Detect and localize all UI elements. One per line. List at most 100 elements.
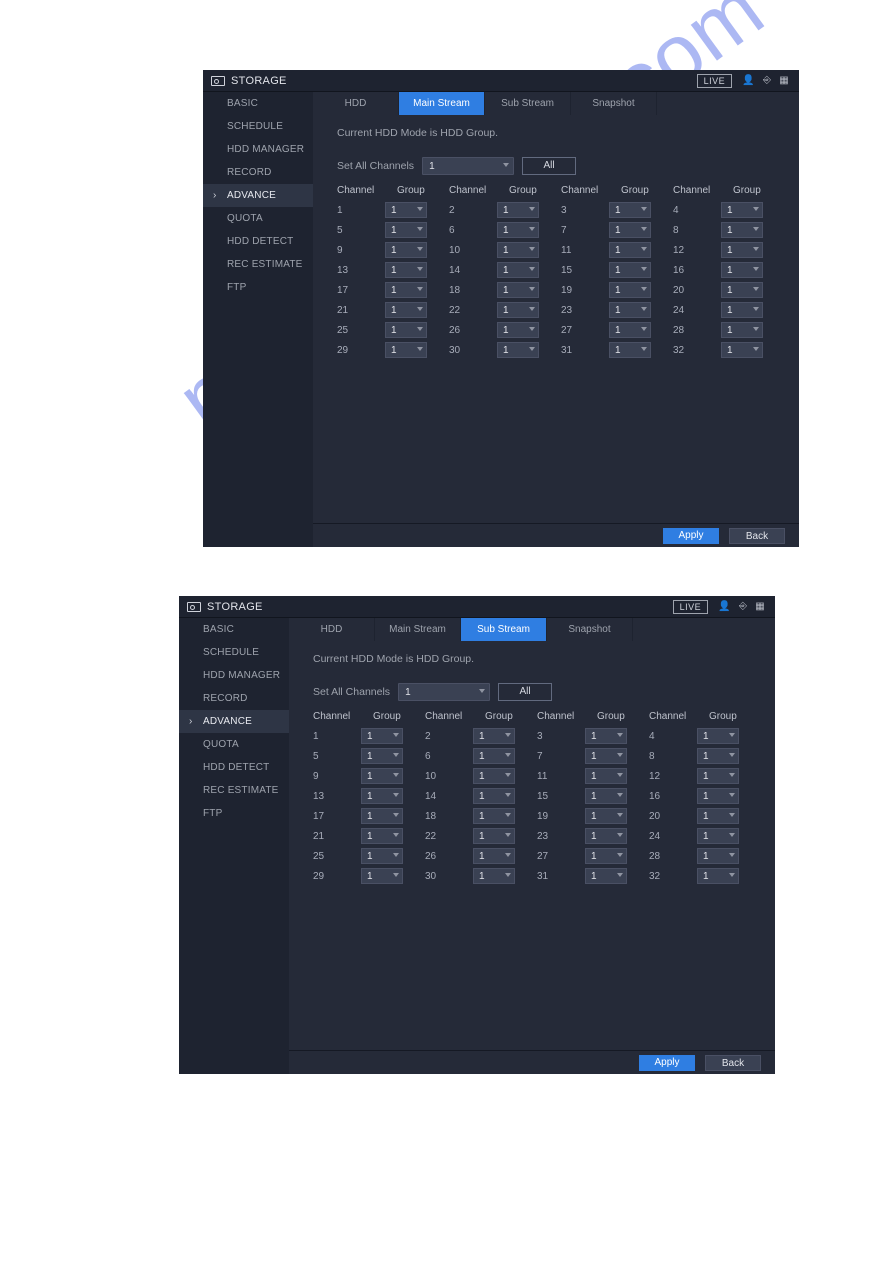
group-select[interactable]: 1: [385, 242, 427, 258]
group-select[interactable]: 1: [385, 322, 427, 338]
group-select[interactable]: 1: [697, 728, 739, 744]
group-select[interactable]: 1: [721, 202, 763, 218]
tab-sub-stream[interactable]: Sub Stream: [485, 92, 571, 115]
group-select[interactable]: 1: [609, 342, 651, 358]
group-select[interactable]: 1: [609, 282, 651, 298]
sidebar-item-basic[interactable]: BASIC: [203, 92, 313, 115]
group-select[interactable]: 1: [473, 748, 515, 764]
tab-snapshot[interactable]: Snapshot: [547, 618, 633, 641]
group-select[interactable]: 1: [385, 342, 427, 358]
group-select[interactable]: 1: [361, 748, 403, 764]
group-select[interactable]: 1: [361, 768, 403, 784]
sidebar-item-rec-estimate[interactable]: REC ESTIMATE: [203, 253, 313, 276]
sidebar-item-hdd-manager[interactable]: HDD MANAGER: [203, 138, 313, 161]
sidebar-item-record[interactable]: RECORD: [179, 687, 289, 710]
group-select[interactable]: 1: [497, 282, 539, 298]
group-select[interactable]: 1: [697, 848, 739, 864]
group-select[interactable]: 1: [385, 222, 427, 238]
group-select[interactable]: 1: [497, 302, 539, 318]
group-select[interactable]: 1: [497, 242, 539, 258]
group-select[interactable]: 1: [473, 808, 515, 824]
group-select[interactable]: 1: [585, 728, 627, 744]
grid-icon[interactable]: ▦: [779, 75, 789, 86]
sidebar-item-advance[interactable]: ADVANCE: [203, 184, 313, 207]
group-select[interactable]: 1: [721, 242, 763, 258]
group-select[interactable]: 1: [721, 342, 763, 358]
sidebar-item-hdd-detect[interactable]: HDD DETECT: [179, 756, 289, 779]
group-select[interactable]: 1: [609, 262, 651, 278]
user-icon[interactable]: 👤: [718, 601, 731, 612]
group-select[interactable]: 1: [473, 828, 515, 844]
sidebar-item-ftp[interactable]: FTP: [203, 276, 313, 299]
group-select[interactable]: 1: [609, 242, 651, 258]
grid-icon[interactable]: ▦: [755, 601, 765, 612]
sidebar-item-record[interactable]: RECORD: [203, 161, 313, 184]
group-select[interactable]: 1: [585, 808, 627, 824]
tab-hdd[interactable]: HDD: [313, 92, 399, 115]
group-select[interactable]: 1: [473, 848, 515, 864]
apply-button[interactable]: Apply: [663, 528, 719, 544]
group-select[interactable]: 1: [385, 282, 427, 298]
group-select[interactable]: 1: [721, 302, 763, 318]
sidebar-item-quota[interactable]: QUOTA: [203, 207, 313, 230]
all-button[interactable]: All: [522, 157, 576, 175]
group-select[interactable]: 1: [697, 748, 739, 764]
group-select[interactable]: 1: [697, 768, 739, 784]
group-select[interactable]: 1: [385, 262, 427, 278]
group-select[interactable]: 1: [585, 868, 627, 884]
tab-main-stream[interactable]: Main Stream: [399, 92, 485, 115]
sidebar-item-quota[interactable]: QUOTA: [179, 733, 289, 756]
tab-hdd[interactable]: HDD: [289, 618, 375, 641]
sidebar-item-hdd-detect[interactable]: HDD DETECT: [203, 230, 313, 253]
sidebar-item-hdd-manager[interactable]: HDD MANAGER: [179, 664, 289, 687]
group-select[interactable]: 1: [497, 342, 539, 358]
tab-sub-stream[interactable]: Sub Stream: [461, 618, 547, 641]
group-select[interactable]: 1: [497, 262, 539, 278]
group-select[interactable]: 1: [609, 322, 651, 338]
group-select[interactable]: 1: [721, 262, 763, 278]
group-select[interactable]: 1: [361, 788, 403, 804]
set-all-select[interactable]: 1: [398, 683, 490, 701]
group-select[interactable]: 1: [473, 768, 515, 784]
sidebar-item-basic[interactable]: BASIC: [179, 618, 289, 641]
group-select[interactable]: 1: [385, 202, 427, 218]
sidebar-item-schedule[interactable]: SCHEDULE: [203, 115, 313, 138]
group-select[interactable]: 1: [721, 282, 763, 298]
sidebar-item-rec-estimate[interactable]: REC ESTIMATE: [179, 779, 289, 802]
group-select[interactable]: 1: [473, 728, 515, 744]
group-select[interactable]: 1: [361, 828, 403, 844]
group-select[interactable]: 1: [385, 302, 427, 318]
tab-snapshot[interactable]: Snapshot: [571, 92, 657, 115]
tab-main-stream[interactable]: Main Stream: [375, 618, 461, 641]
sidebar-item-schedule[interactable]: SCHEDULE: [179, 641, 289, 664]
group-select[interactable]: 1: [609, 302, 651, 318]
group-select[interactable]: 1: [697, 788, 739, 804]
all-button[interactable]: All: [498, 683, 552, 701]
sidebar-item-ftp[interactable]: FTP: [179, 802, 289, 825]
sidebar-item-advance[interactable]: ADVANCE: [179, 710, 289, 733]
group-select[interactable]: 1: [609, 222, 651, 238]
group-select[interactable]: 1: [585, 788, 627, 804]
group-select[interactable]: 1: [497, 222, 539, 238]
back-button[interactable]: Back: [729, 528, 785, 544]
group-select[interactable]: 1: [361, 808, 403, 824]
group-select[interactable]: 1: [497, 322, 539, 338]
group-select[interactable]: 1: [361, 728, 403, 744]
group-select[interactable]: 1: [697, 868, 739, 884]
group-select[interactable]: 1: [697, 828, 739, 844]
group-select[interactable]: 1: [473, 868, 515, 884]
group-select[interactable]: 1: [721, 222, 763, 238]
group-select[interactable]: 1: [585, 748, 627, 764]
set-all-select[interactable]: 1: [422, 157, 514, 175]
logout-icon[interactable]: ⎆: [763, 75, 771, 86]
group-select[interactable]: 1: [721, 322, 763, 338]
group-select[interactable]: 1: [585, 848, 627, 864]
back-button[interactable]: Back: [705, 1055, 761, 1071]
user-icon[interactable]: 👤: [742, 75, 755, 86]
group-select[interactable]: 1: [585, 768, 627, 784]
group-select[interactable]: 1: [697, 808, 739, 824]
group-select[interactable]: 1: [361, 868, 403, 884]
apply-button[interactable]: Apply: [639, 1055, 695, 1071]
group-select[interactable]: 1: [585, 828, 627, 844]
group-select[interactable]: 1: [609, 202, 651, 218]
